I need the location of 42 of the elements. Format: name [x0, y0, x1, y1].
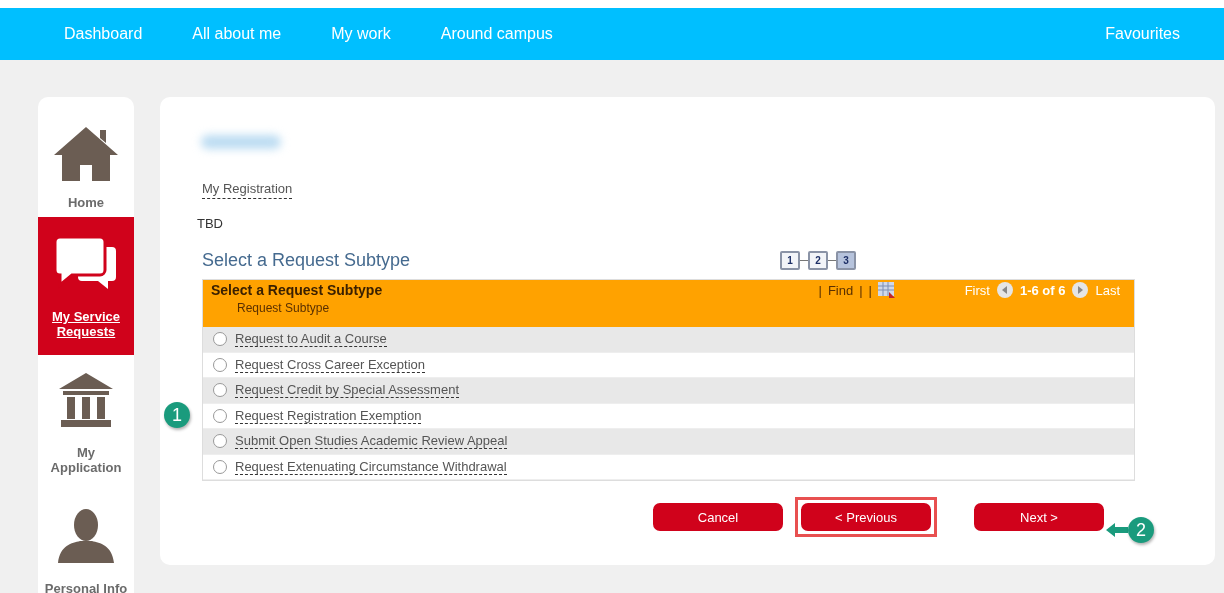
sidebar-item[interactable]: My Service Requests [38, 217, 134, 355]
radio-button[interactable] [213, 408, 227, 423]
radio-button[interactable] [213, 459, 227, 474]
subtype-link[interactable]: Request Registration Exemption [235, 407, 422, 424]
separator-text: | [859, 282, 863, 298]
breadcrumb-link[interactable]: My Registration [202, 181, 293, 199]
subtype-link[interactable]: Request Cross Career Exception [235, 356, 426, 373]
page-title: Select a Request Subtype [202, 250, 411, 271]
grid-title: Select a Request Subtype [211, 282, 383, 298]
grid-download-icon[interactable] [878, 282, 896, 298]
action-button[interactable]: < Previous [801, 503, 931, 531]
radio-button[interactable] [213, 332, 227, 347]
house-icon [54, 127, 118, 181]
subtype-link[interactable]: Request Credit by Special Assessment [235, 382, 459, 399]
subtype-link[interactable]: Request Extenuating Circumstance Withdrawal [235, 458, 507, 475]
pointer-arrow-icon [1106, 523, 1128, 537]
action-button[interactable]: Cancel [653, 503, 783, 531]
subtype-link[interactable]: Submit Open Studies Academic Review Appeal [235, 433, 508, 450]
step-indicator: 3 [836, 251, 857, 270]
find-link[interactable]: Find [827, 282, 854, 298]
columned-building-icon [59, 373, 113, 427]
page-range: 1-6 of 6 [1019, 282, 1066, 298]
action-button[interactable]: Next > [974, 503, 1104, 531]
step-callout: 1 [164, 402, 190, 428]
separator-text: | [818, 282, 822, 298]
radio-button[interactable] [213, 434, 227, 449]
step-indicator: 1 [780, 251, 801, 270]
sidebar-item[interactable]: Personal Info [38, 491, 134, 593]
column-header: Request Subtype [237, 301, 330, 315]
step-callout: 2 [1128, 517, 1154, 543]
person-silhouette-icon [58, 509, 114, 563]
radio-button[interactable] [213, 383, 227, 398]
status-text: TBD [197, 216, 223, 231]
sidebar-item[interactable]: My Application [38, 355, 134, 491]
chat-bubbles-icon [54, 235, 118, 291]
radio-button[interactable] [213, 357, 227, 372]
subtype-link[interactable]: Request to Audit a Course [235, 331, 387, 348]
previous-page-icon[interactable] [995, 281, 1014, 299]
step-indicator: 2 [808, 251, 829, 270]
sidebar-item[interactable]: Home [38, 119, 134, 217]
separator-text: | [868, 282, 872, 298]
next-page-icon[interactable] [1071, 281, 1090, 299]
